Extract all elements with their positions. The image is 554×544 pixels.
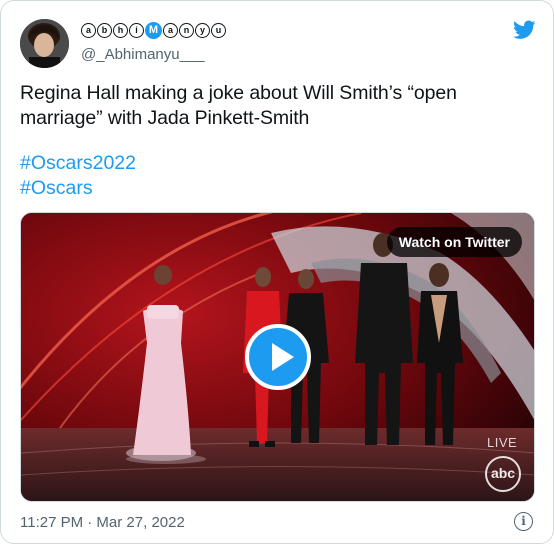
network-logo: abc xyxy=(485,456,521,492)
author-display-name[interactable]: a b h i M a n y u xyxy=(81,22,226,39)
tweet-card[interactable]: a b h i M a n y u @_Abhimanyu___ Regina … xyxy=(0,0,554,544)
name-glyph: n xyxy=(179,23,194,38)
live-label: LIVE xyxy=(487,435,518,450)
twitter-bird-icon[interactable] xyxy=(513,20,536,40)
name-glyph-highlight: M xyxy=(145,22,162,39)
name-glyph: y xyxy=(195,23,210,38)
avatar[interactable] xyxy=(20,19,69,68)
name-glyph: b xyxy=(97,23,112,38)
video-player[interactable]: Watch on Twitter LIVE abc xyxy=(20,212,535,502)
name-glyph: u xyxy=(211,23,226,38)
hashtag-link[interactable]: #Oscars xyxy=(20,176,93,201)
play-icon[interactable] xyxy=(245,324,311,390)
tweet-timestamp[interactable]: 11:27 PM · Mar 27, 2022 xyxy=(20,514,185,531)
name-glyph: h xyxy=(113,23,128,38)
tweet-text: Regina Hall making a joke about Will Smi… xyxy=(20,82,457,129)
author-handle[interactable]: @_Abhimanyu___ xyxy=(81,46,205,63)
info-icon[interactable]: i xyxy=(514,512,533,531)
name-glyph: a xyxy=(81,23,96,38)
avatar-photo xyxy=(20,19,69,68)
watch-on-twitter-button[interactable]: Watch on Twitter xyxy=(386,227,522,257)
hashtag-link[interactable]: #Oscars2022 xyxy=(20,151,136,176)
name-glyph: i xyxy=(129,23,144,38)
name-glyph: a xyxy=(163,23,178,38)
